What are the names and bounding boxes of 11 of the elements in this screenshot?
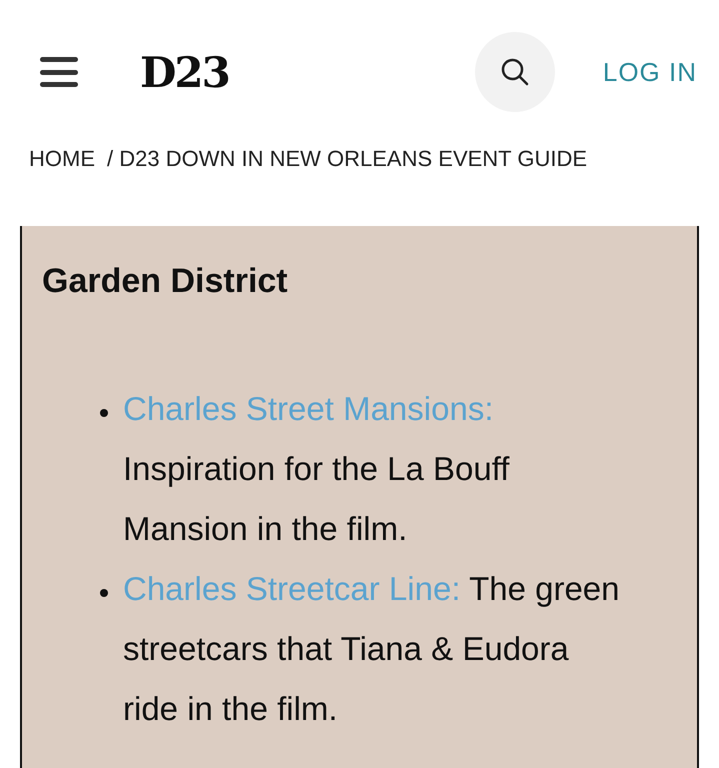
list-item-text: Charles Streetcar Line: The green streetcars that Tiana & Eudora ride in the film. [123,569,621,729]
section-heading: Garden District [42,262,289,301]
logo[interactable]: D23 [140,48,229,96]
breadcrumb-link[interactable]: / D23 DOWN IN NEW ORLEANS EVENT GUIDE [107,146,588,172]
search-icon [500,57,530,87]
login-link[interactable]: LOG IN [602,56,697,88]
bullet-icon [100,589,108,597]
breadcrumb-link[interactable]: HOME [29,146,95,172]
bullet-icon [100,409,108,417]
menu-icon[interactable] [40,57,78,87]
list-item-text: Charles Street Mansions: Inspiration for the La Bouff Mansion in the film. [123,389,510,549]
